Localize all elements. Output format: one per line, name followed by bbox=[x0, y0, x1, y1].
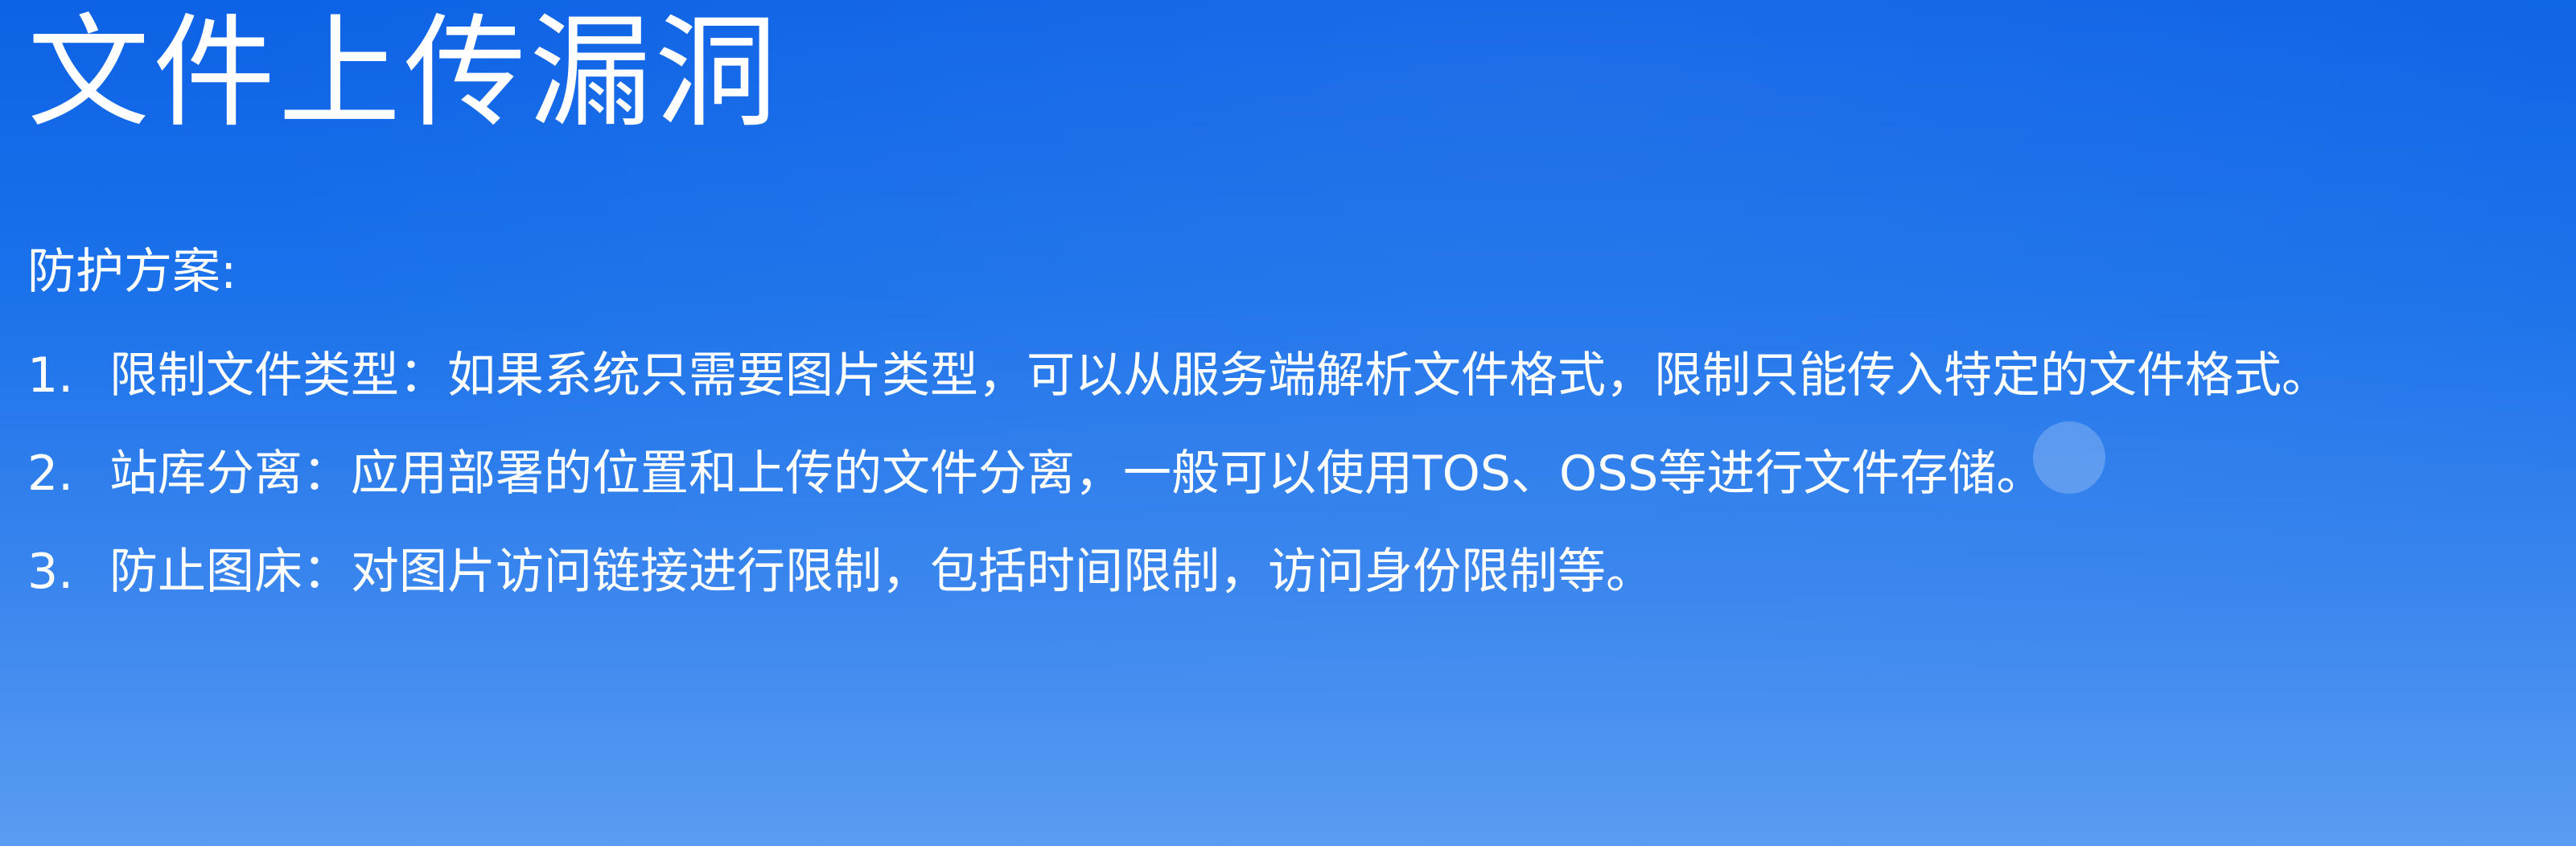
list-number: 2. bbox=[27, 446, 74, 502]
list-item: 1. 限制文件类型：如果系统只需要图片类型，可以从服务端解析文件格式，限制只能传… bbox=[27, 328, 2505, 423]
list-item: 2. 站库分离：应用部署的位置和上传的文件分离，一般可以使用TOS、OSS等进行… bbox=[27, 426, 2505, 521]
list-number: 1. bbox=[27, 347, 74, 404]
list-number: 3. bbox=[27, 544, 74, 600]
slide-body: 防护方案: 1. 限制文件类型：如果系统只需要图片类型，可以从服务端解析文件格式… bbox=[27, 233, 2505, 622]
protection-list: 1. 限制文件类型：如果系统只需要图片类型，可以从服务端解析文件格式，限制只能传… bbox=[27, 328, 2505, 619]
slide-title: 文件上传漏洞 bbox=[27, 2, 780, 144]
list-text: 防止图床：对图片访问链接进行限制，包括时间限制，访问身份限制等。 bbox=[109, 544, 1654, 600]
intro-text: 防护方案: bbox=[27, 244, 237, 300]
list-text: 限制文件类型：如果系统只需要图片类型，可以从服务端解析文件格式，限制只能传入特定… bbox=[109, 347, 2330, 404]
list-text: 站库分离：应用部署的位置和上传的文件分离，一般可以使用TOS、OSS等进行文件存… bbox=[109, 446, 2045, 502]
presentation-slide: 文件上传漏洞 防护方案: 1. 限制文件类型：如果系统只需要图片类型，可以从服务… bbox=[0, 0, 2576, 846]
list-item: 3. 防止图床：对图片访问链接进行限制，包括时间限制，访问身份限制等。 bbox=[27, 524, 2505, 619]
pointer-highlight bbox=[2033, 421, 2105, 494]
